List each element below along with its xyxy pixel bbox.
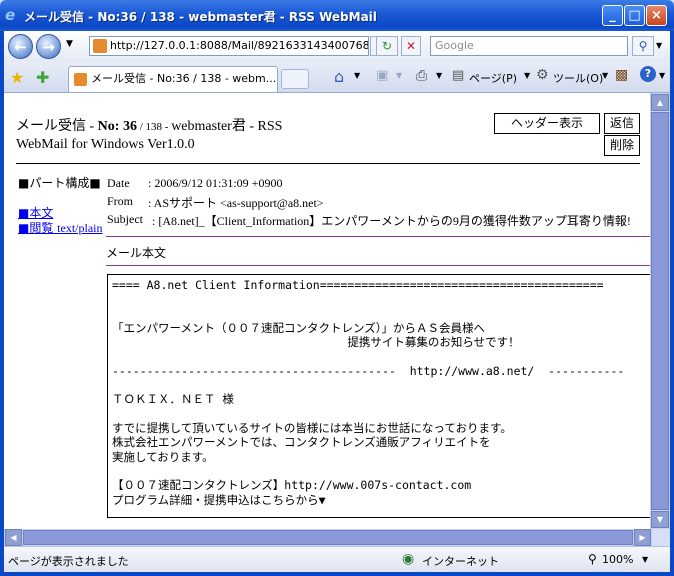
search-icon: ⚲: [638, 39, 648, 53]
mail-body-line: ----------------------------------------…: [112, 363, 625, 378]
refresh-icon: ↻: [381, 39, 393, 53]
tab-label: メール受信 - No:36 / 138 - webm...: [91, 72, 277, 85]
globe-icon: ◉: [402, 551, 415, 567]
mail-body-line: ==== A8.net Client Information==========…: [112, 278, 604, 292]
scroll-thumb[interactable]: [651, 112, 669, 510]
vertical-scrollbar[interactable]: ▲ ▼: [650, 93, 670, 529]
part-view-link[interactable]: ■閲覧 text/plain: [18, 219, 103, 236]
search-options-icon[interactable]: ▼: [656, 41, 662, 50]
refresh-button[interactable]: ↻: [376, 36, 398, 56]
page-icon: ▤: [452, 68, 465, 83]
feeds-dropdown-icon[interactable]: ▼: [396, 71, 402, 80]
window-frame-bottom: [0, 572, 674, 576]
favorites-star-icon[interactable]: ★: [10, 68, 24, 87]
from-label: From: [107, 194, 134, 208]
from-value: : ASサポート <as-support@a8.net>: [148, 196, 324, 210]
zoom-level[interactable]: 100%: [602, 553, 633, 566]
scroll-right-arrow-icon[interactable]: ▶: [634, 529, 651, 546]
gear-icon: ⚙: [536, 67, 549, 83]
scroll-up-arrow-icon[interactable]: ▲: [651, 94, 669, 111]
mail-number: No: 36: [97, 119, 137, 134]
title-prefix: メール受信 -: [16, 119, 98, 134]
minimize-button[interactable]: _: [602, 5, 623, 26]
search-input[interactable]: Google: [430, 36, 628, 56]
ie-logo-icon: e: [5, 6, 16, 24]
mail-body-line: すでに提携して頂いているサイトの皆様には本当にお世話になっております。: [112, 421, 512, 435]
tools-dropdown-icon[interactable]: ▼: [602, 71, 608, 80]
mail-body-line: 実施しております。: [112, 449, 214, 464]
divider: [106, 265, 650, 266]
stop-icon: ✕: [405, 39, 417, 53]
add-favorite-icon[interactable]: ✚: [36, 68, 49, 87]
zoom-dropdown-icon[interactable]: ▼: [642, 555, 648, 564]
delete-button[interactable]: 削除: [604, 135, 640, 156]
print-icon[interactable]: ⎙: [416, 68, 427, 84]
reply-button[interactable]: 返信: [604, 113, 640, 134]
title-suffix: webmaster君 - RSS: [171, 119, 283, 134]
subject-label: Subject: [107, 212, 143, 226]
mail-body-line: ＴＯＫＩＸ．ＮＥＴ 様: [112, 392, 234, 407]
status-bar: ページが表示されました ◉ インターネット ⚲ 100% ▼: [4, 546, 670, 572]
date-label: Date: [107, 176, 130, 190]
body-label: メール本文: [106, 246, 167, 260]
site-favicon-icon: [93, 39, 107, 53]
mail-body-line: 「エンパワーメント（００７速配コンタクトレンズ）」からＡＳ会員様へ: [112, 320, 486, 335]
back-arrow-icon: ←: [14, 38, 27, 56]
scroll-thumb-horizontal[interactable]: [23, 530, 633, 545]
mail-count: / 138 -: [136, 121, 172, 133]
mail-body-line: 【００７速配コンタクトレンズ】http://www.007s-contact.c…: [112, 478, 472, 493]
parts-label: ■パート構成■: [18, 176, 101, 190]
window-title: メール受信 - No:36 / 138 - webmaster君 - RSS W…: [24, 10, 377, 24]
page-title: メール受信 - No: 36 / 138 - webmaster君 - RSS …: [16, 118, 282, 153]
print-dropdown-icon[interactable]: ▼: [436, 71, 442, 80]
title-bar: e メール受信 - No:36 / 138 - webmaster君 - RSS…: [0, 0, 674, 31]
tab-current[interactable]: メール受信 - No:36 / 138 - webm...: [68, 66, 278, 92]
forward-arrow-icon: →: [42, 38, 55, 56]
help-dropdown-icon[interactable]: ▼: [659, 71, 665, 80]
horizontal-scrollbar[interactable]: ◀ ▶: [4, 529, 670, 546]
stop-button[interactable]: ✕: [401, 36, 421, 56]
mail-body-textarea[interactable]: ==== A8.net Client Information==========…: [107, 274, 650, 518]
scroll-corner: [652, 529, 670, 546]
home-dropdown-icon[interactable]: ▼: [354, 71, 360, 80]
status-text: ページが表示されました: [8, 555, 129, 568]
tools-menu[interactable]: ツール(O): [553, 70, 603, 86]
page-content: メール受信 - No: 36 / 138 - webmaster君 - RSS …: [4, 93, 650, 529]
tab-bar: ★ ✚ メール受信 - No:36 / 138 - webm... ⌂ ▼ ▣ …: [4, 62, 670, 93]
search-placeholder: Google: [435, 39, 474, 52]
title-line2: WebMail for Windows Ver1.0.0: [16, 137, 195, 152]
back-button[interactable]: ←: [8, 34, 33, 59]
tab-favicon-icon: [74, 73, 87, 86]
subject-value: : [A8.net]_【Client_Information】エンパワーメントか…: [152, 214, 631, 228]
part-type-link[interactable]: text/plain: [57, 221, 102, 235]
zone-text: インターネット: [422, 555, 499, 568]
window-frame-right: [670, 31, 674, 576]
mail-body-line: 株式会社エンパワーメントでは、コンタクトレンズ通販アフィリエイトを: [112, 435, 491, 450]
address-input[interactable]: http://127.0.0.1:8088/Mail/8921633143400…: [89, 36, 369, 56]
search-button[interactable]: ⚲: [632, 36, 654, 56]
scroll-left-arrow-icon[interactable]: ◀: [5, 529, 22, 546]
history-dropdown-icon[interactable]: ▼: [66, 39, 73, 49]
maximize-button[interactable]: □: [624, 5, 645, 26]
home-icon[interactable]: ⌂: [334, 67, 344, 86]
address-url: http://127.0.0.1:8088/Mail/8921633143400…: [110, 39, 369, 52]
date-value: : 2006/9/12 01:31:09 +0900: [148, 176, 283, 190]
part-view-label: ■閲覧: [18, 221, 54, 235]
page-menu[interactable]: ページ(P): [469, 70, 517, 86]
scroll-down-arrow-icon[interactable]: ▼: [651, 511, 669, 528]
mail-body-line: プログラム詳細・提携申込はこちらから▼: [112, 492, 326, 507]
research-icon[interactable]: ▩: [615, 67, 628, 83]
divider: [106, 236, 650, 237]
help-icon[interactable]: ?: [640, 66, 656, 82]
feeds-icon[interactable]: ▣: [376, 68, 388, 83]
close-button[interactable]: ×: [646, 5, 667, 26]
address-toolbar: ← → ▼ http://127.0.0.1:8088/Mail/8921633…: [4, 31, 670, 62]
zoom-icon: ⚲: [588, 552, 597, 566]
header-view-button[interactable]: ヘッダー表示: [494, 113, 600, 134]
forward-button[interactable]: →: [36, 34, 61, 59]
divider: [16, 163, 640, 164]
new-tab-button[interactable]: [281, 69, 309, 89]
page-dropdown-icon[interactable]: ▼: [524, 71, 530, 80]
mail-body-line: 提携サイト募集のお知らせです！: [112, 335, 520, 350]
